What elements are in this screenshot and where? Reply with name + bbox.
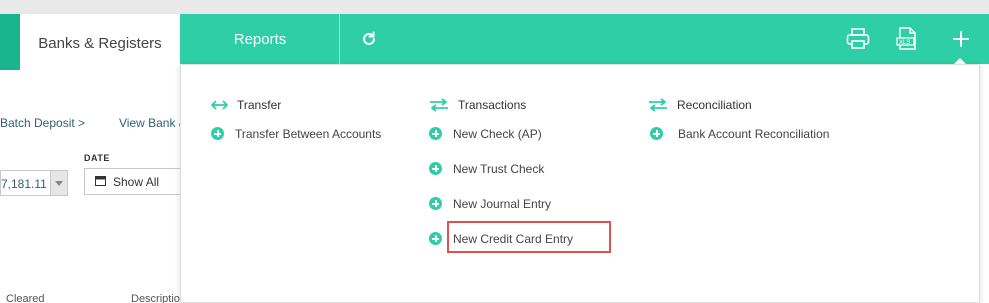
menu-heading-transfer: Transfer: [211, 97, 381, 113]
menu-heading-label: Reconciliation: [677, 98, 752, 112]
menu-column-transfer: Transfer Transfer Between Accounts: [211, 97, 381, 142]
highlight-box: [447, 221, 611, 253]
column-header-description[interactable]: Description: [131, 293, 186, 303]
plus-circle-icon: [429, 162, 442, 175]
menu-column-reconciliation: Reconciliation Bank Account Reconciliati…: [648, 97, 829, 142]
xls-export-icon[interactable]: XLS: [893, 14, 921, 64]
plus-circle-icon: [429, 127, 442, 140]
swap-arrows-icon: [649, 98, 667, 112]
menu-item-label: New Journal Entry: [453, 197, 552, 211]
menu-item-new-journal-entry[interactable]: New Journal Entry: [429, 196, 573, 212]
date-filter[interactable]: Show All: [84, 168, 194, 195]
plus-circle-icon: [650, 127, 663, 140]
menu-item-label: New Check (AP): [453, 127, 542, 141]
menu-item-label: Bank Account Reconciliation: [678, 127, 830, 141]
svg-text:XLS: XLS: [899, 40, 910, 46]
amount-select[interactable]: 7,181.11: [0, 170, 68, 196]
browser-top-strip: [0, 0, 989, 14]
menu-heading-reconciliation: Reconciliation: [648, 97, 829, 113]
plus-icon[interactable]: [947, 14, 975, 64]
column-header-cleared[interactable]: Cleared: [6, 293, 45, 303]
add-menu-dropdown: Transfer Transfer Between Accounts Trans…: [180, 64, 980, 303]
menu-heading-label: Transfer: [237, 98, 282, 112]
menu-item-new-trust-check[interactable]: New Trust Check: [429, 161, 573, 177]
tab-label: Banks & Registers: [38, 34, 162, 52]
chevron-down-icon[interactable]: [50, 171, 67, 195]
batch-deposit-link[interactable]: Batch Deposit >: [0, 116, 85, 130]
menu-heading-label: Transactions: [458, 98, 527, 112]
nav-divider: [339, 14, 340, 64]
plus-circle-icon: [429, 232, 442, 245]
date-label: DATE: [84, 153, 110, 163]
menu-item-label: New Trust Check: [453, 162, 545, 176]
plus-circle-icon: [211, 127, 224, 140]
tab-banks-registers[interactable]: Banks & Registers: [20, 14, 180, 72]
tab-reports[interactable]: Reports: [180, 14, 340, 64]
amount-value: 7,181.11: [1, 177, 47, 191]
menu-item-label: Transfer Between Accounts: [235, 127, 382, 141]
date-filter-value: Show All: [113, 174, 160, 189]
refresh-icon[interactable]: [356, 14, 382, 64]
printer-icon[interactable]: [844, 14, 872, 64]
view-bank-link[interactable]: View Bank &: [119, 116, 187, 130]
plus-circle-icon: [429, 197, 442, 210]
calendar-icon: [95, 175, 106, 189]
nav-left-edge: [0, 14, 20, 70]
tab-label: Reports: [233, 30, 287, 48]
menu-item-new-check-ap[interactable]: New Check (AP): [429, 126, 573, 142]
menu-item-bank-account-reconciliation[interactable]: Bank Account Reconciliation: [648, 126, 829, 142]
menu-heading-transactions: Transactions: [429, 97, 573, 113]
double-arrow-icon: [211, 100, 228, 110]
menu-item-transfer-between-accounts[interactable]: Transfer Between Accounts: [211, 126, 381, 142]
swap-arrows-icon: [430, 98, 448, 112]
